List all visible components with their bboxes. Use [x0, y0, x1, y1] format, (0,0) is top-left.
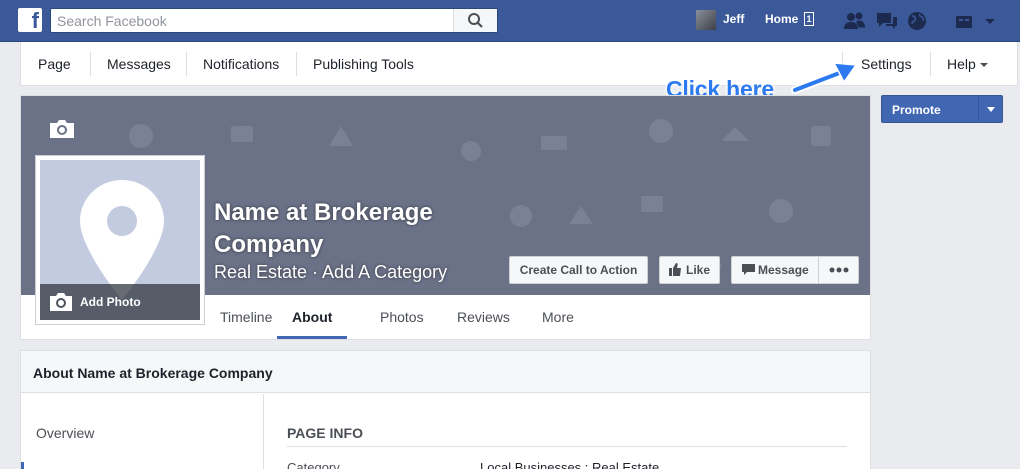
friend-requests-icon[interactable] [843, 10, 867, 32]
camera-icon [50, 293, 72, 311]
search-box [50, 8, 498, 33]
tab-about[interactable]: About [277, 295, 348, 339]
like-button[interactable]: Like [659, 256, 720, 284]
tab-photos[interactable]: Photos [365, 295, 439, 339]
like-label: Like [686, 263, 711, 277]
page-nav-messages[interactable]: Messages [90, 42, 188, 86]
about-sidebar: Overview [21, 394, 264, 469]
search-button[interactable] [453, 9, 497, 32]
thumbs-up-icon [669, 263, 681, 276]
search-icon [468, 13, 483, 28]
tab-more-label: More [542, 309, 574, 325]
about-header: About Name at Brokerage Company [21, 351, 870, 393]
top-bar: f Jeff Home 1 [0, 0, 1020, 42]
promote-chevron-down-icon[interactable] [978, 96, 1002, 122]
page-admin-nav: Page Messages Notifications Publishing T… [20, 42, 1018, 86]
add-photo-label: Add Photo [80, 295, 141, 309]
promote-label: Promote [892, 103, 941, 117]
user-name-link[interactable]: Jeff [723, 12, 744, 26]
page-header-card: Name at Brokerage Company Real Estate · … [20, 95, 871, 365]
help-chevron-down-icon [979, 63, 988, 68]
page-info-divider [287, 446, 847, 447]
profile-picture-frame: Add Photo [35, 155, 205, 325]
more-dots-icon [829, 267, 849, 273]
home-count-badge: 1 [804, 12, 814, 26]
add-photo-overlay[interactable]: Add Photo [40, 284, 200, 320]
page-title: Name at Brokerage Company [214, 199, 433, 258]
tab-reviews[interactable]: Reviews [442, 295, 525, 339]
cover-camera-icon[interactable] [48, 118, 76, 140]
message-button-group: Message [731, 256, 859, 284]
messages-icon[interactable] [875, 10, 899, 32]
search-input[interactable] [51, 9, 451, 32]
about-section: About Name at Brokerage Company Overview… [20, 350, 871, 469]
user-avatar[interactable] [696, 10, 716, 30]
page-nav-notifications[interactable]: Notifications [186, 42, 296, 86]
location-pin-icon [80, 180, 164, 300]
sidebar-active-indicator [21, 462, 24, 469]
page-nav-page[interactable]: Page [21, 42, 88, 86]
message-label: Message [758, 263, 809, 277]
message-bubble-icon [742, 264, 755, 275]
facebook-logo-icon[interactable]: f [18, 8, 42, 33]
category-value: Local Businesses : Real Estate [480, 460, 660, 469]
page-nav-publishing-tools[interactable]: Publishing Tools [296, 42, 431, 86]
create-call-to-action-button[interactable]: Create Call to Action [509, 256, 648, 284]
promote-button[interactable]: Promote [881, 95, 1003, 123]
account-menu-chevron-down-icon[interactable] [984, 10, 996, 32]
notifications-globe-icon[interactable] [906, 10, 928, 32]
privacy-shortcuts-icon[interactable] [955, 10, 973, 32]
home-link[interactable]: Home [765, 12, 798, 26]
page-nav-help[interactable]: Help [930, 42, 1005, 86]
profile-picture[interactable]: Add Photo [40, 160, 200, 320]
message-button[interactable]: Message [732, 257, 819, 283]
page-category[interactable]: Real Estate · Add A Category [214, 262, 447, 283]
category-key: Category [287, 460, 340, 469]
tab-timeline[interactable]: Timeline [205, 295, 287, 339]
help-label: Help [947, 56, 976, 72]
tab-more[interactable]: More [527, 295, 589, 365]
sidebar-item-overview[interactable]: Overview [36, 425, 94, 441]
more-options-button[interactable] [819, 257, 859, 283]
page-info-title: PAGE INFO [287, 425, 363, 441]
annotation-arrow-icon [791, 62, 858, 94]
about-heading: About Name at Brokerage Company [33, 365, 273, 381]
